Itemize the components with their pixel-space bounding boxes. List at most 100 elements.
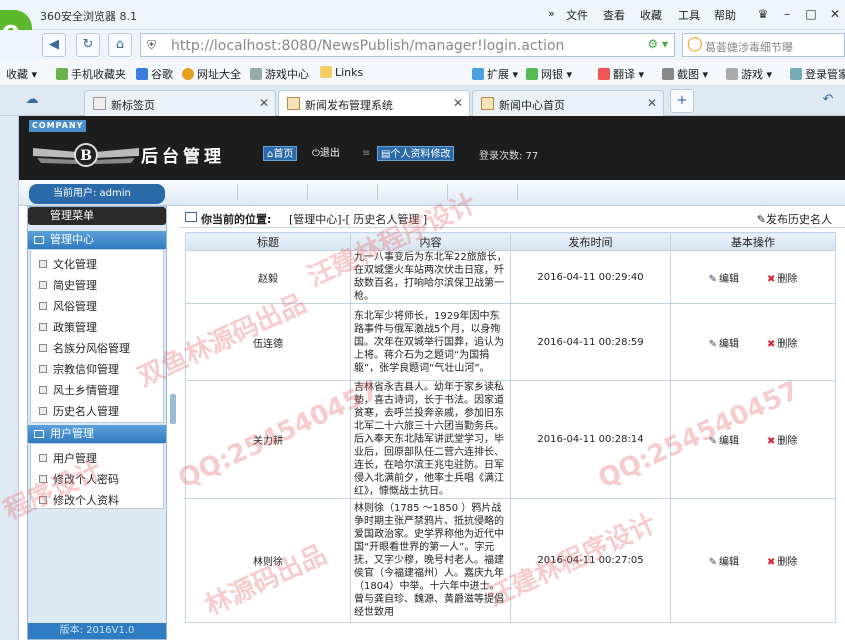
tab-close-icon[interactable]: ✕ — [453, 96, 463, 110]
menu-list-icon: ≡ — [362, 148, 371, 159]
group-management-center[interactable]: 管理中心 — [28, 231, 166, 249]
row-actions: 编辑 删除 — [670, 498, 836, 623]
page-content: COMPANY B 后台管理 ⌂首页 ⏻退出 ≡ ▤个人资料修改 登录次数: 7… — [18, 116, 845, 640]
add-celebrity-link[interactable]: ✎发布历史名人 — [757, 211, 832, 227]
tab-back-icon[interactable]: ↶ — [816, 89, 840, 113]
edit-button[interactable]: 编辑 — [709, 557, 739, 568]
menu-help[interactable]: 帮助 — [714, 7, 736, 23]
back-button[interactable]: ◀ — [42, 33, 66, 57]
menu-favorites[interactable]: 收藏 — [640, 7, 662, 23]
tab-news-home[interactable]: 新闻中心首页 ✕ — [472, 90, 664, 116]
column-time: 发布时间 — [510, 232, 671, 251]
row-title: 关力耕 — [185, 380, 351, 499]
sidebar-item-culture[interactable]: 文化管理 — [39, 256, 97, 272]
location-path: [管理中心]-[ 历史名人管理 ] — [289, 213, 428, 226]
sidebar-item-ethnic-customs[interactable]: 名族分风俗管理 — [39, 340, 130, 356]
edit-button[interactable]: 编辑 — [709, 339, 739, 350]
row-content: 林则徐（1785 ～1850 ）鸦片战争时期主张严禁鸦片、抵抗侵略的爱国政治家。… — [350, 498, 511, 623]
menu-title: 管理菜单 — [28, 207, 166, 225]
row-actions: 编辑 删除 — [670, 303, 836, 381]
row-title: 赵毅 — [185, 250, 351, 304]
toolbar-bank[interactable]: 网银 ▾ — [526, 66, 572, 82]
search-box[interactable]: ◯ 葛荟婕涉毒细节曝 — [682, 33, 845, 57]
location-label: 你当前的位置: — [201, 213, 272, 226]
tab-label: 新闻中心首页 — [499, 99, 565, 112]
row-title: 林则徐 — [185, 498, 351, 623]
tab-new-tab[interactable]: 新标签页 ✕ — [84, 90, 276, 116]
toolbar-login[interactable]: 登录管家 — [790, 66, 845, 82]
group-user-management[interactable]: 用户管理 — [28, 425, 166, 443]
edit-button[interactable]: 编辑 — [709, 274, 739, 285]
tab-bar: ☁ 新标签页 ✕ 新闻发布管理系统 ✕ 新闻中心首页 ✕ + ↶ — [0, 86, 845, 116]
group-user-body: 用户管理 修改个人密码 修改个人资料 — [30, 443, 164, 509]
table-row: 赵毅 九一八事变后为东北军22旅旅长，在双城堡火车站两次伏击日寇，歼敌数百名，打… — [185, 250, 836, 304]
delete-button[interactable]: 删除 — [767, 436, 797, 447]
column-title: 标题 — [185, 232, 351, 251]
sidebar-item-local-customs[interactable]: 风土乡情管理 — [39, 382, 119, 398]
delete-button[interactable]: 删除 — [767, 274, 797, 285]
menu-tools[interactable]: 工具 — [678, 7, 700, 23]
bookmark-favorites[interactable]: 收藏 ▾ — [6, 66, 37, 82]
new-tab-button[interactable]: + — [670, 89, 694, 113]
sidebar-item-change-profile[interactable]: 修改个人资料 — [39, 492, 119, 508]
browser-navbar: ◀ ↻ ⌂ ⛨ http://localhost:8080/NewsPublis… — [0, 30, 845, 60]
toolbar-games[interactable]: 游戏 ▾ — [726, 66, 772, 82]
maximize-icon[interactable]: □ — [800, 4, 822, 24]
address-text: http://localhost:8080/NewsPublish/manage… — [171, 38, 565, 54]
home-button[interactable]: ⌂ — [108, 33, 132, 57]
skin-icon[interactable]: ♛ — [752, 4, 774, 24]
tab-news-admin[interactable]: 新闻发布管理系统 ✕ — [278, 90, 470, 116]
row-time: 2016-04-11 00:28:14 — [510, 380, 671, 499]
sidebar-item-history[interactable]: 简史管理 — [39, 277, 97, 293]
tab-close-icon[interactable]: ✕ — [647, 96, 657, 110]
sidebar-item-change-password[interactable]: 修改个人密码 — [39, 471, 119, 487]
sidebar-item-customs[interactable]: 风俗管理 — [39, 298, 97, 314]
tab-close-icon[interactable]: ✕ — [259, 96, 269, 110]
browser-sidebar — [0, 116, 18, 640]
menu-arrow-icon[interactable]: » — [548, 7, 555, 20]
bentley-logo-icon: B — [33, 143, 139, 167]
sidebar-item-policy[interactable]: 政策管理 — [39, 319, 97, 335]
address-dropdown-icon[interactable]: ⚙ ▾ — [647, 37, 668, 51]
row-content: 吉林省永吉县人。幼年于家乡读私塾，喜古诗词，长于书法。因家道贫寒，去呼兰投奔亲戚… — [350, 380, 511, 499]
toolbar-screenshot[interactable]: 截图 ▾ — [662, 66, 708, 82]
login-count: 登录次数: 77 — [479, 151, 539, 162]
browser-titlebar: e 360安全浏览器 8.1 » 文件 查看 收藏 工具 帮助 ♛ – □ ✕ — [0, 0, 845, 52]
cloud-icon[interactable]: ☁ — [20, 89, 44, 113]
address-bar[interactable]: ⛨ http://localhost:8080/NewsPublish/mana… — [140, 33, 675, 57]
toolbar-translate[interactable]: 翻译 ▾ — [598, 66, 644, 82]
bookmark-links[interactable]: Links — [320, 66, 363, 79]
location-icon — [185, 212, 197, 222]
table-header-row: 标题 内容 发布时间 基本操作 — [185, 232, 836, 251]
search-engine-icon[interactable]: ◯ — [687, 36, 703, 52]
close-window-icon[interactable]: ✕ — [824, 4, 845, 24]
column-content: 内容 — [350, 232, 511, 251]
profile-edit-link[interactable]: ▤个人资料修改 — [377, 146, 455, 161]
bookmark-mobile[interactable]: 手机收藏夹 — [56, 66, 126, 82]
bookmark-sites[interactable]: 网址大全 — [182, 66, 241, 82]
menu-view[interactable]: 查看 — [603, 7, 625, 23]
sidebar-item-religion[interactable]: 宗教信仰管理 — [39, 361, 119, 377]
system-title: 后台管理 — [141, 147, 225, 167]
menu-file[interactable]: 文件 — [566, 7, 588, 23]
tab-page-icon — [481, 97, 494, 110]
sidebar-collapse-handle[interactable] — [170, 394, 176, 424]
toolbar-extensions[interactable]: 扩展 ▾ — [472, 66, 518, 82]
group-icon — [34, 430, 44, 438]
sidebar-item-celebrities[interactable]: 历史名人管理 — [39, 403, 119, 419]
refresh-button[interactable]: ↻ — [76, 33, 100, 57]
bookmark-google[interactable]: 谷歌 — [136, 66, 173, 82]
row-actions: 编辑 删除 — [670, 250, 836, 304]
minimize-icon[interactable]: – — [776, 4, 798, 24]
tab-page-icon — [287, 97, 300, 110]
column-actions: 基本操作 — [670, 232, 836, 251]
sidebar-item-users[interactable]: 用户管理 — [39, 450, 97, 466]
bookmark-games[interactable]: 游戏中心 — [250, 66, 309, 82]
security-shield-icon: ⛨ — [147, 38, 157, 52]
edit-button[interactable]: 编辑 — [709, 436, 739, 447]
logout-link[interactable]: ⏻退出 — [309, 146, 343, 161]
delete-button[interactable]: 删除 — [767, 557, 797, 568]
row-content: 东北军少将师长，1929年因中东路事件与俄军激战5个月，以身殉国。次年在双城举行… — [350, 303, 511, 381]
delete-button[interactable]: 删除 — [767, 339, 797, 350]
home-link[interactable]: ⌂首页 — [263, 146, 298, 161]
